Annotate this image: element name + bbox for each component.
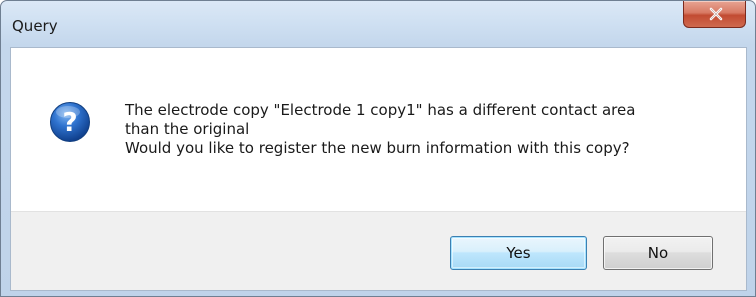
dialog-body: ? The electrode copy "Electrode 1 copy1"… xyxy=(10,47,747,291)
title-bar[interactable]: Query xyxy=(1,1,755,47)
question-icon: ? xyxy=(50,102,90,142)
close-icon xyxy=(709,7,723,21)
message-line: The electrode copy "Electrode 1 copy1" h… xyxy=(125,101,636,119)
svg-text:?: ? xyxy=(62,108,77,138)
no-button[interactable]: No xyxy=(603,236,713,270)
message-line: Would you like to register the new burn … xyxy=(125,139,630,157)
button-bar: Yes No xyxy=(11,211,746,290)
message-area: ? The electrode copy "Electrode 1 copy1"… xyxy=(11,48,746,211)
close-button[interactable] xyxy=(683,1,746,28)
message-text: The electrode copy "Electrode 1 copy1" h… xyxy=(125,101,725,158)
yes-button[interactable]: Yes xyxy=(450,236,587,270)
message-line: than the original xyxy=(125,120,250,138)
dialog-window: Query ? The electrode copy "Electrode 1 … xyxy=(0,0,756,297)
window-title: Query xyxy=(12,17,58,35)
